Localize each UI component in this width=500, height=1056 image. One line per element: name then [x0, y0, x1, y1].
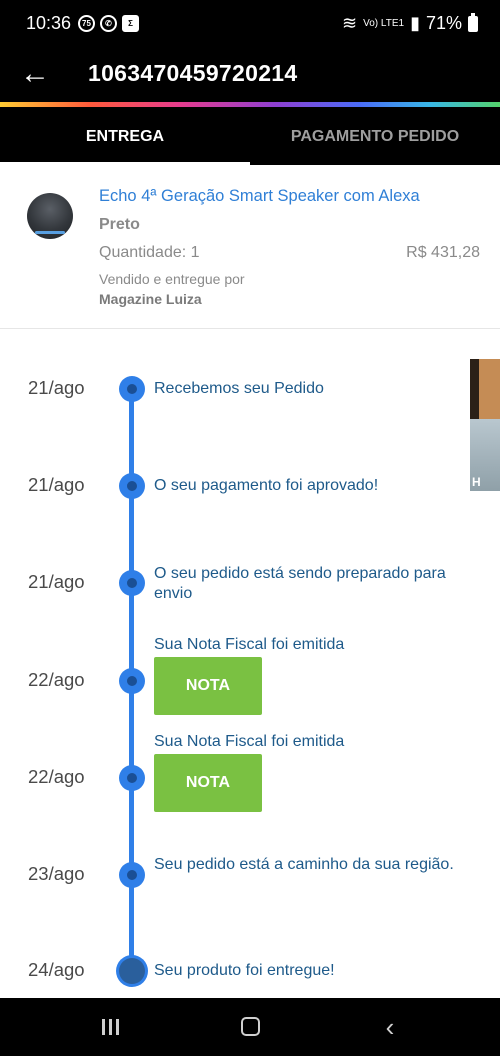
- floating-video-thumbnail[interactable]: H: [470, 359, 500, 491]
- step-text: Seu pedido está a caminho da sua região.: [154, 856, 454, 873]
- step-text: O seu pedido está sendo preparado para e…: [154, 565, 446, 602]
- step-date: 21/ago: [28, 377, 85, 398]
- wifi-icon: ≋: [342, 13, 358, 33]
- step-date: 21/ago: [28, 571, 85, 592]
- home-icon[interactable]: [220, 998, 280, 1056]
- product-name-link[interactable]: Echo 4ª Geração Smart Speaker com Alexa: [99, 187, 420, 206]
- recent-apps-icon[interactable]: [80, 998, 140, 1056]
- system-nav-bar: ‹: [0, 998, 500, 1056]
- status-right-group: ≋ Vo) LTE1 ▮ 71%: [342, 12, 478, 34]
- step-dot-icon: [119, 473, 145, 499]
- back-arrow-icon[interactable]: ←: [20, 56, 50, 92]
- battery-text: 71%: [425, 13, 462, 33]
- step-text: Sua Nota Fiscal foi emitida: [154, 636, 345, 653]
- status-time: 10:36: [26, 13, 72, 33]
- nota-button[interactable]: NOTA: [154, 754, 262, 812]
- product-card: Echo 4ª Geração Smart Speaker com Alexa …: [0, 165, 500, 329]
- step-date: 22/ago: [28, 669, 85, 690]
- step-dot-icon: [119, 570, 145, 596]
- tab-bar: ENTREGA PAGAMENTO PEDIDO: [0, 107, 500, 165]
- nota-button[interactable]: NOTA: [154, 657, 262, 715]
- thumbnail-label: H: [472, 475, 481, 489]
- step-text: Seu produto foi entregue!: [154, 962, 335, 979]
- product-quantity: Quantidade: 1: [99, 244, 200, 261]
- step-date: 23/ago: [28, 863, 85, 884]
- tab-entrega[interactable]: ENTREGA: [0, 107, 250, 165]
- app-notification-icon: Σ: [122, 15, 139, 32]
- step-date: 24/ago: [28, 959, 85, 980]
- app-bar: ← 1063470459720214: [0, 48, 500, 104]
- step-text: Sua Nota Fiscal foi emitida: [154, 733, 345, 750]
- product-color: Preto: [99, 216, 140, 233]
- step-dot-icon: [119, 668, 145, 694]
- sold-by-label: Vendido e entregue por: [99, 271, 245, 287]
- tab-pagamento-pedido[interactable]: PAGAMENTO PEDIDO: [250, 107, 500, 165]
- product-price: R$ 431,28: [406, 244, 480, 261]
- whatsapp-icon: ✆: [100, 15, 117, 32]
- step-text: O seu pagamento foi aprovado!: [154, 477, 379, 494]
- step-date: 21/ago: [28, 474, 85, 495]
- delivery-timeline: 21/ago Recebemos seu Pedido 21/ago O seu…: [0, 330, 500, 998]
- battery-icon: [468, 12, 478, 32]
- status-bar: 10:36 75 ✆ Σ ≋ Vo) LTE1 ▮ 71%: [0, 0, 500, 48]
- notification-badge-icon: 75: [78, 15, 95, 32]
- seller-name: Magazine Luiza: [99, 291, 202, 307]
- step-text: Recebemos seu Pedido: [154, 380, 324, 397]
- volte-label: Vo) LTE1: [363, 18, 405, 29]
- thumbnail-frame-top: [470, 359, 500, 419]
- back-chevron-icon[interactable]: ‹: [360, 998, 420, 1056]
- step-dot-icon: [119, 862, 145, 888]
- step-dot-icon: [119, 765, 145, 791]
- step-dot-final-icon: [119, 958, 145, 984]
- product-image: [27, 193, 73, 239]
- step-date: 22/ago: [28, 766, 85, 787]
- step-dot-icon: [119, 376, 145, 402]
- order-number-title: 1063470459720214: [88, 60, 298, 86]
- signal-icon: ▮: [410, 13, 420, 33]
